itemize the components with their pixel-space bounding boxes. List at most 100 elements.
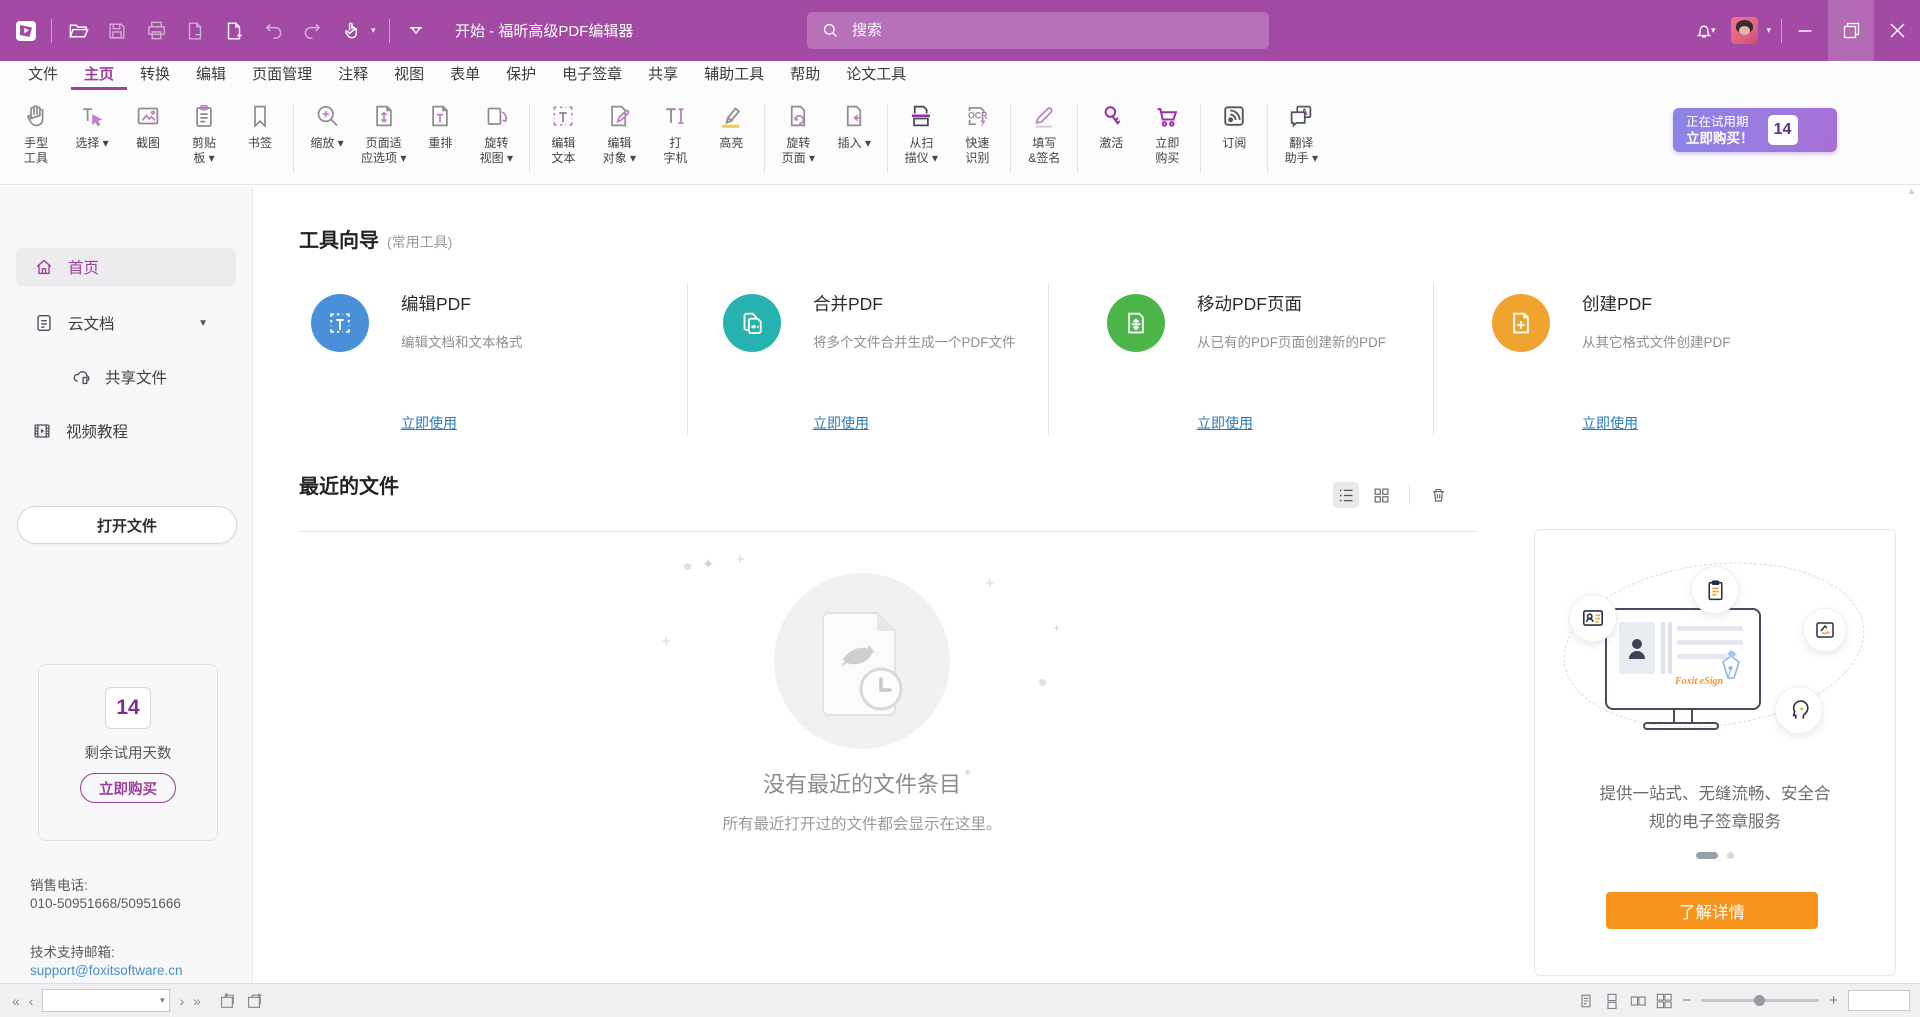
select-tool-button[interactable]: 选择 ▾ [64, 90, 120, 184]
use-now-link[interactable]: 立即使用 [401, 413, 457, 433]
next-view-button[interactable] [245, 992, 263, 1010]
highlight-button[interactable]: 高亮 [703, 90, 759, 184]
typewriter-button[interactable]: 打字机 [647, 90, 703, 184]
support-email-link[interactable]: support@foxitsoftware.cn [30, 963, 183, 978]
card-create-pdf[interactable]: 创建PDF 从其它格式文件创建PDF 立即使用 [1433, 283, 1859, 435]
reflow-button[interactable]: 重排 [412, 90, 468, 184]
menu-esign[interactable]: 电子签章 [549, 61, 635, 90]
account-caret-icon[interactable]: ▾ [1766, 25, 1771, 36]
minimize-button[interactable] [1782, 0, 1828, 61]
new-document-button[interactable] [221, 18, 247, 44]
grid-view-button[interactable] [1368, 482, 1394, 508]
card-move-pdf-pages[interactable]: 移动PDF页面 从已有的PDF页面创建新的PDF 立即使用 [1048, 283, 1433, 435]
zoom-percent-input[interactable] [1848, 990, 1910, 1011]
scrollbar-up-arrow[interactable]: ▲ [1907, 186, 1916, 196]
zoom-button[interactable]: 缩放 ▾ [299, 90, 355, 184]
single-page-view-button[interactable] [1578, 993, 1594, 1009]
activate-button[interactable]: 激活 [1083, 90, 1139, 184]
svg-text:OCR: OCR [968, 110, 988, 120]
first-page-button[interactable]: « [12, 994, 20, 1008]
page-number-input[interactable] [43, 994, 159, 1008]
zoom-in-button[interactable]: + [1829, 993, 1838, 1008]
card-edit-pdf[interactable]: 编辑PDF 编辑文档和文本格式 立即使用 [299, 283, 687, 435]
rotate-pages-button[interactable]: 旋转页面 ▾ [770, 90, 826, 184]
fill-sign-button[interactable]: 填写&签名 [1016, 90, 1072, 184]
buy-now-button[interactable]: 立即购买 [1139, 90, 1195, 184]
menu-paper-tools[interactable]: 论文工具 [833, 61, 919, 90]
rotate-view-button[interactable]: 旋转视图 ▾ [468, 90, 524, 184]
print-button[interactable] [143, 18, 169, 44]
card-merge-pdf[interactable]: 合并PDF 将多个文件合并生成一个PDF文件 立即使用 [687, 283, 1048, 435]
restore-window-button[interactable] [1828, 0, 1874, 61]
save-button[interactable] [104, 18, 130, 44]
trial-period-badge[interactable]: 正在试用期 立即购买！ 14 [1673, 108, 1837, 152]
sidebar-item-video-tutorials[interactable]: 视频教程 [31, 416, 128, 446]
chevron-down-icon[interactable]: ▼ [198, 318, 208, 329]
use-now-link[interactable]: 立即使用 [813, 413, 869, 433]
menu-home[interactable]: 主页 [71, 61, 127, 90]
use-now-link[interactable]: 立即使用 [1582, 413, 1638, 433]
menu-form[interactable]: 表单 [437, 61, 493, 90]
insert-pages-icon [839, 99, 869, 133]
search-box[interactable] [807, 12, 1269, 49]
menu-comment[interactable]: 注释 [325, 61, 381, 90]
snapshot-button[interactable]: 截图 [120, 90, 176, 184]
sidebar-item-shared-files[interactable]: 共享文件 [70, 362, 167, 392]
menu-help[interactable]: 帮助 [777, 61, 833, 90]
touch-mode-button[interactable] [338, 18, 364, 44]
clear-recent-trash-button[interactable] [1425, 482, 1451, 508]
edit-text-button[interactable]: 编辑文本 [535, 90, 591, 184]
menu-accessibility[interactable]: 辅助工具 [691, 61, 777, 90]
menu-file[interactable]: 文件 [15, 61, 71, 90]
touch-mode-caret-icon[interactable]: ▾ [371, 25, 376, 36]
hand-tool-button[interactable]: 手型工具 [8, 90, 64, 184]
page-caret-icon[interactable]: ▾ [160, 995, 170, 1006]
collapse-ribbon-button[interactable] [403, 18, 429, 44]
redo-button[interactable] [299, 18, 325, 44]
undo-button[interactable] [260, 18, 286, 44]
trial-days-left-value: 14 [105, 687, 151, 729]
user-avatar[interactable] [1731, 17, 1758, 44]
learn-more-button[interactable]: 了解详情 [1606, 892, 1818, 929]
doc-remove-page-button[interactable] [182, 18, 208, 44]
facing-continuous-view-button[interactable] [1656, 993, 1672, 1009]
from-scanner-button[interactable]: 从扫描仪 ▾ [893, 90, 949, 184]
clipboard-button[interactable]: 剪贴板 ▾ [176, 90, 232, 184]
fit-page-options-button[interactable]: 页面适应选项 ▾ [355, 90, 412, 184]
next-page-button[interactable]: › [179, 994, 184, 1008]
sidebar-item-home[interactable]: 首页 [16, 248, 236, 286]
list-view-button[interactable] [1333, 482, 1359, 508]
zoom-slider[interactable] [1701, 999, 1819, 1002]
menu-view[interactable]: 视图 [381, 61, 437, 90]
insert-pages-button[interactable]: 插入 ▾ [826, 90, 882, 184]
page-number-box[interactable]: ▾ [42, 989, 170, 1012]
previous-page-button[interactable]: ‹ [29, 994, 34, 1008]
menu-share[interactable]: 共享 [635, 61, 691, 90]
bookmark-button[interactable]: 书签 [232, 90, 288, 184]
zoom-out-button[interactable]: − [1682, 993, 1691, 1008]
notifications-caret-icon[interactable]: ▾ [1711, 25, 1716, 36]
edit-object-button[interactable]: 编辑对象 ▾ [591, 90, 647, 184]
use-now-link[interactable]: 立即使用 [1197, 413, 1253, 433]
menu-convert[interactable]: 转换 [127, 61, 183, 90]
menu-organize[interactable]: 页面管理 [239, 61, 325, 90]
close-button[interactable] [1874, 0, 1920, 61]
previous-view-button[interactable] [218, 992, 236, 1010]
carousel-dot-active[interactable] [1696, 852, 1718, 859]
facing-view-button[interactable] [1630, 993, 1646, 1009]
quick-ocr-button[interactable]: OCR 快速识别 [949, 90, 1005, 184]
last-page-button[interactable]: » [193, 994, 201, 1008]
search-input[interactable] [850, 21, 1234, 40]
menu-edit[interactable]: 编辑 [183, 61, 239, 90]
buy-now-pill-button[interactable]: 立即购买 [80, 773, 176, 803]
sidebar-item-cloud-docs[interactable]: 云文档 ▼ [33, 308, 236, 338]
open-file-main-button[interactable]: 打开文件 [17, 506, 237, 544]
sparkle-decoration: ✦ [702, 555, 715, 573]
translate-assistant-button[interactable]: A 翻译助手 ▾ [1273, 90, 1329, 184]
menu-protect[interactable]: 保护 [493, 61, 549, 90]
open-file-button[interactable] [65, 18, 91, 44]
subscribe-button[interactable]: 订阅 [1206, 90, 1262, 184]
carousel-dot[interactable] [1727, 852, 1734, 859]
zoom-slider-thumb[interactable] [1754, 995, 1765, 1006]
continuous-view-button[interactable] [1604, 993, 1620, 1009]
